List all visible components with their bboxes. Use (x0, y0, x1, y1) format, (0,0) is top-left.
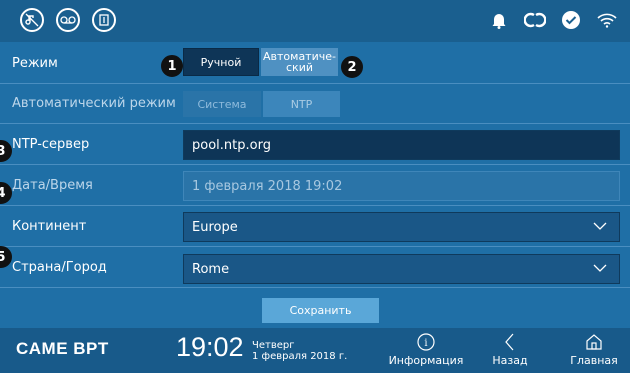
svg-text:i: i (424, 338, 427, 349)
settings-screen: Режим Ручной Автоматиче- ский Автоматиче… (0, 0, 630, 373)
callout-badge-2: 2 (341, 56, 363, 78)
brand-logo: CAME BPT (16, 339, 109, 358)
datetime-label: Дата/Время (12, 178, 93, 193)
continent-value: Europe (192, 219, 238, 235)
info-label: Информация (388, 354, 464, 367)
bell-icon (488, 9, 510, 31)
link-icon (524, 9, 546, 31)
ntp-server-input[interactable]: pool.ntp.org (183, 130, 620, 160)
continent-select[interactable]: Europe (183, 212, 620, 242)
info-icon: i (417, 333, 435, 351)
date-text: 1 февраля 2018 г. (252, 351, 348, 362)
back-label: Назад (492, 354, 528, 367)
weekday-text: Четверг (252, 340, 295, 351)
city-select[interactable]: Rome (183, 254, 620, 284)
home-icon (586, 334, 602, 350)
city-label: Страна/Город (12, 260, 107, 275)
voicemail-icon[interactable] (56, 8, 80, 32)
system-source-button[interactable]: Система (183, 91, 261, 117)
top-status-bar (0, 0, 630, 42)
automatic-label-line2: ский (286, 61, 313, 74)
wifi-icon (596, 9, 618, 31)
do-not-disturb-icon[interactable] (20, 8, 44, 32)
home-label: Главная (570, 354, 618, 367)
chevron-down-icon (593, 264, 607, 272)
chevron-down-icon (593, 222, 607, 230)
home-button[interactable]: Главная (568, 332, 620, 367)
clock-date: Четверг 1 февраля 2018 г. (252, 340, 347, 362)
ntp-source-button[interactable]: NTP (263, 91, 340, 117)
footer-bar: CAME BPT 19:02 Четверг 1 февраля 2018 г.… (0, 328, 630, 373)
save-button[interactable]: Сохранить (262, 298, 379, 323)
ntp-label: NTP-сервер (12, 137, 90, 152)
manual-mode-button[interactable]: Ручной (183, 48, 259, 76)
auto-mode-label: Автоматический режим (12, 96, 176, 111)
clock-time: 19:02 (176, 332, 244, 362)
city-value: Rome (192, 261, 230, 277)
automatic-mode-button[interactable]: Автоматиче- ский (261, 48, 338, 76)
continent-label: Континент (12, 219, 87, 234)
door-icon[interactable] (92, 8, 116, 32)
mode-label: Режим (12, 56, 58, 71)
datetime-field: 1 февраля 2018 19:02 (183, 171, 620, 201)
check-circle-icon (560, 9, 582, 31)
back-chevron-icon (505, 333, 514, 351)
callout-badge-1: 1 (161, 55, 183, 77)
info-button[interactable]: i Информация (388, 332, 464, 367)
back-button[interactable]: Назад (488, 332, 532, 367)
